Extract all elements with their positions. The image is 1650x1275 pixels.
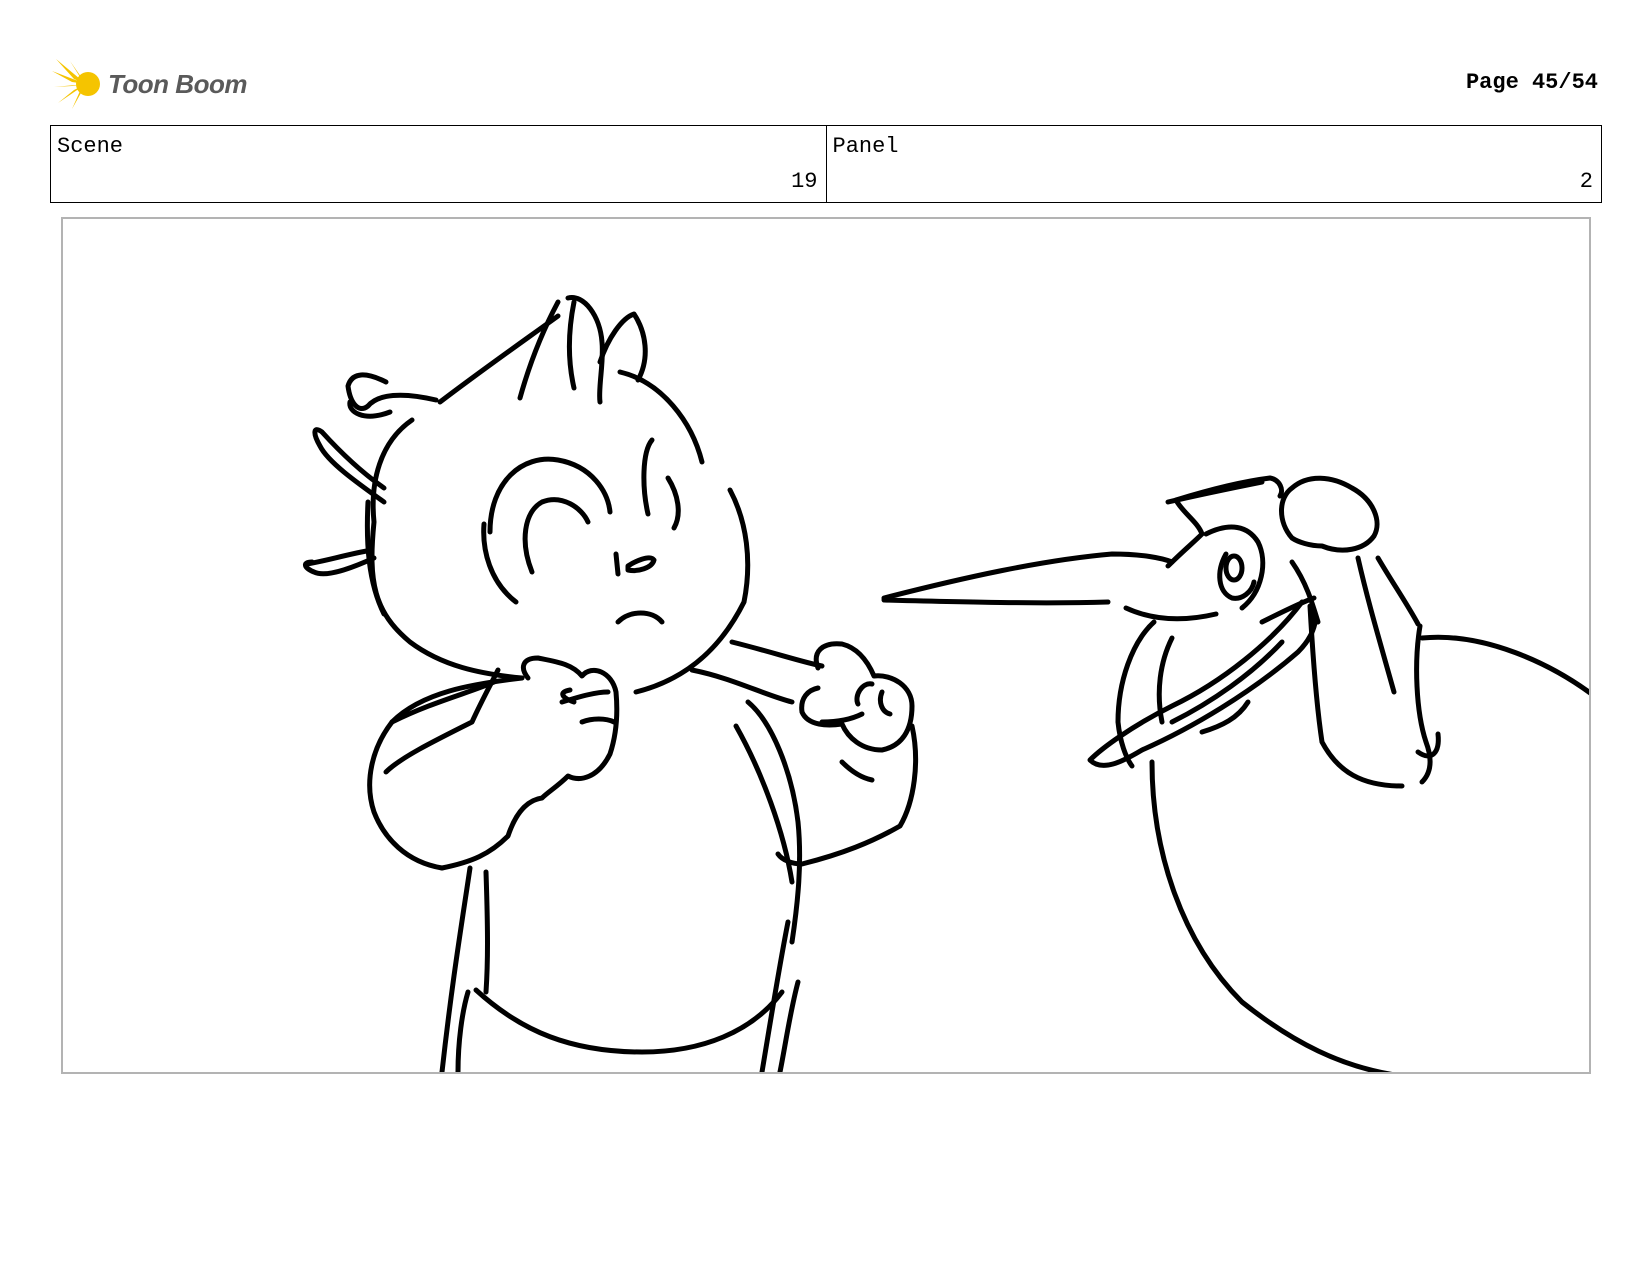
page-number: Page 45/54 — [1465, 70, 1598, 95]
scene-value: 19 — [791, 169, 818, 194]
logo-text: Toon Boom — [108, 68, 247, 99]
scene-label: Scene — [57, 134, 124, 159]
sketch-drawing — [303, 295, 1589, 1072]
scene-panel-info: Scene 19 Panel 2 — [50, 125, 1602, 203]
starburst-icon — [52, 59, 100, 109]
cat-character-sketch — [303, 295, 919, 1072]
scene-cell: Scene 19 — [51, 126, 826, 202]
panel-label: Panel — [832, 134, 899, 159]
panel-cell: Panel 2 — [825, 126, 1602, 202]
panel-value: 2 — [1579, 169, 1593, 194]
toon-boom-logo: Toon Boom — [52, 56, 262, 112]
storyboard-panel — [61, 217, 1591, 1074]
bird-character-sketch — [881, 475, 1589, 1072]
